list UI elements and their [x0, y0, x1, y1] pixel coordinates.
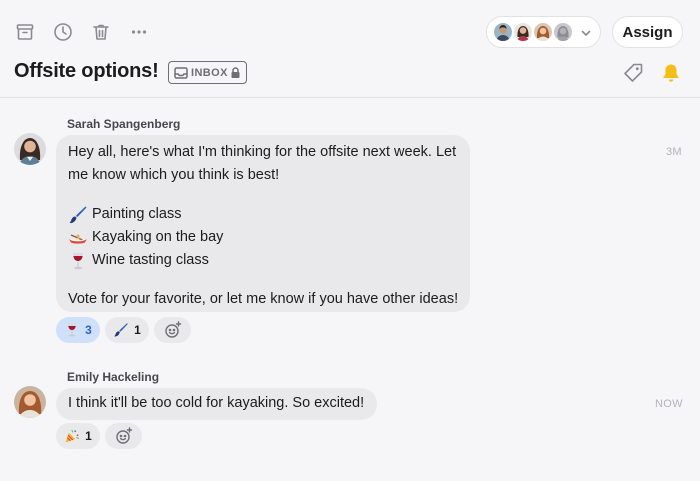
lock-icon	[231, 67, 240, 78]
clock-icon[interactable]	[51, 20, 75, 44]
participant-avatar	[492, 21, 514, 43]
sender-name: Sarah Spangenberg	[67, 117, 181, 131]
option-label: Painting class	[92, 206, 182, 222]
reaction-count: 1	[134, 323, 141, 337]
participant-avatar	[532, 21, 554, 43]
conversation-title: Offsite options!	[14, 60, 159, 82]
reaction-party-popper[interactable]: 1	[56, 423, 100, 449]
message-bubble: I think it'll be too cold for kayaking. …	[56, 388, 377, 420]
list-item: Kayaking on the bay	[68, 226, 458, 249]
message-timestamp: NOW	[655, 398, 683, 410]
reaction-paintbrush[interactable]: 1	[105, 317, 149, 343]
message-text: Hey all, here's what I'm thinking for th…	[68, 144, 457, 160]
party-popper-icon	[64, 428, 80, 444]
avatar[interactable]	[14, 386, 46, 418]
option-label: Wine tasting class	[92, 252, 209, 268]
tag-icon[interactable]	[622, 62, 644, 89]
inbox-badge-label: INBOX	[191, 66, 228, 79]
trash-icon[interactable]	[89, 20, 113, 44]
participant-avatar	[512, 21, 534, 43]
message-text: me know which you think is best!	[68, 167, 280, 183]
add-reaction-button[interactable]	[154, 317, 191, 343]
toolbar: Assign	[0, 0, 700, 62]
canoe-icon	[68, 228, 88, 248]
add-reaction-button[interactable]	[105, 423, 142, 449]
avatar[interactable]	[14, 133, 46, 165]
chevron-down-icon	[580, 26, 592, 44]
message-bubble: Hey all, here's what I'm thinking for th…	[56, 135, 470, 312]
assign-button[interactable]: Assign	[612, 16, 683, 48]
reaction-count: 1	[85, 429, 92, 443]
header-divider	[0, 97, 700, 98]
message-timestamp: 3M	[666, 146, 682, 158]
sender-name: Emily Hackeling	[67, 370, 160, 384]
archive-icon[interactable]	[13, 20, 37, 44]
list-item: Wine tasting class	[68, 249, 458, 272]
option-label: Kayaking on the bay	[92, 229, 224, 245]
reaction-count: 3	[85, 323, 92, 337]
bell-icon[interactable]	[660, 62, 682, 89]
add-emoji-icon	[164, 321, 182, 339]
add-emoji-icon	[115, 427, 133, 445]
paintbrush-icon	[113, 322, 129, 338]
inbox-badge[interactable]: INBOX	[168, 61, 247, 84]
reaction-wine-glass[interactable]: 3	[56, 317, 100, 343]
message-text: Vote for your favorite, or let me know i…	[68, 291, 459, 307]
paintbrush-icon	[68, 205, 88, 225]
wine-glass-icon	[68, 251, 88, 271]
message-text: I think it'll be too cold for kayaking. …	[68, 395, 365, 411]
list-item: Painting class	[68, 203, 458, 226]
wine-glass-icon	[64, 322, 80, 338]
inbox-icon	[174, 66, 188, 79]
participant-avatar	[552, 21, 574, 43]
more-icon[interactable]	[127, 20, 151, 44]
participants-selector[interactable]	[486, 16, 601, 48]
